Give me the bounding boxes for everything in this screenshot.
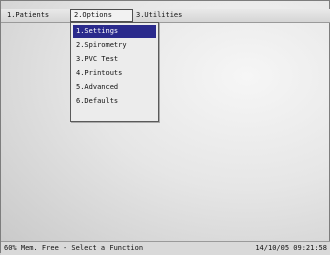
dropdown-item-spirometry[interactable]: 2.Spirometry bbox=[73, 39, 156, 52]
menu-options[interactable]: 2.Options bbox=[70, 9, 133, 22]
menu-utilities[interactable]: 3.Utilities bbox=[133, 9, 205, 22]
status-message: 60% Mem. Free - Select a Function bbox=[4, 244, 144, 252]
dropdown-item-advanced[interactable]: 5.Advanced bbox=[73, 81, 156, 94]
menu-patients[interactable]: 1.Patients bbox=[4, 9, 76, 22]
status-datetime: 14/10/05 09:21:58 bbox=[255, 244, 327, 252]
dropdown-item-defaults[interactable]: 6.Defaults bbox=[73, 95, 156, 108]
options-dropdown: 1.Settings 2.Spirometry 3.PVC Test 4.Pri… bbox=[70, 22, 159, 122]
menu-bar: 1.Patients 2.Options 3.Utilities bbox=[1, 9, 330, 23]
dropdown-item-printouts[interactable]: 4.Printouts bbox=[73, 67, 156, 80]
app-window: 1.Patients 2.Options 3.Utilities 1.Setti… bbox=[0, 0, 330, 255]
dropdown-item-settings[interactable]: 1.Settings bbox=[73, 25, 156, 38]
dropdown-item-pvc-test[interactable]: 3.PVC Test bbox=[73, 53, 156, 66]
